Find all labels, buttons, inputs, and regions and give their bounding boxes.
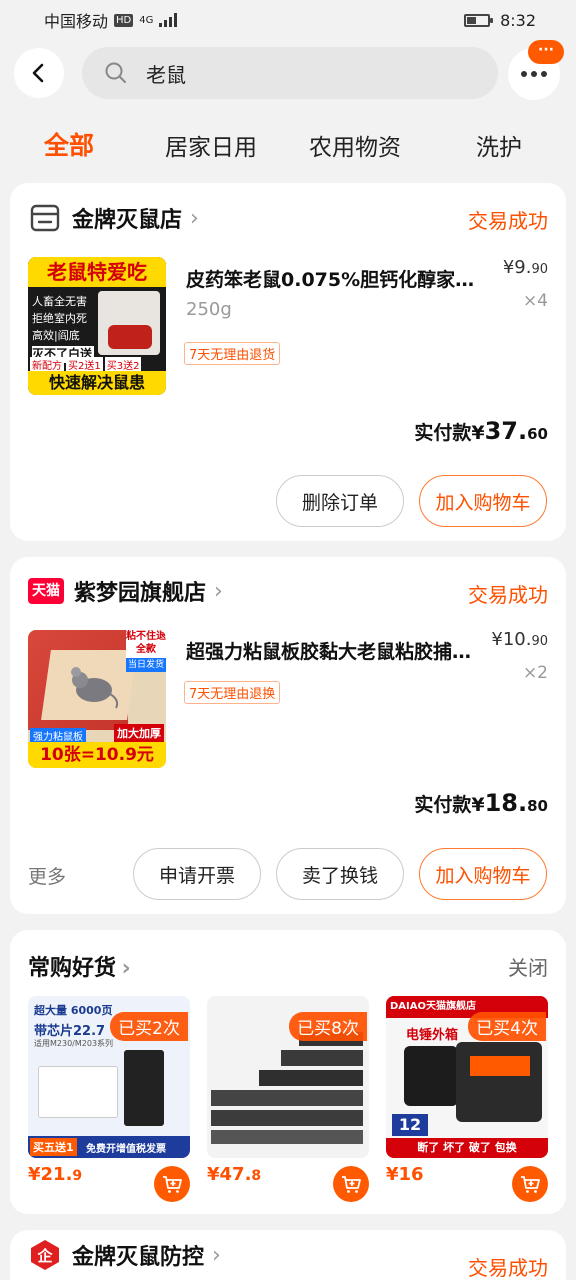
category-tabs: 全部 居家日用 农用物资 洗护 [0,120,576,164]
unit-price: ¥9.90 [502,257,548,278]
back-button[interactable] [14,48,64,98]
thumb-ship: 当日发货 [126,658,166,672]
tab-agricultural[interactable]: 农用物资 [309,128,401,162]
signal-icon [159,13,178,27]
thumb-lines: 人畜全无害 拒绝室内死 高效|阎底 灭不了白送 [32,295,94,363]
store-icon [30,204,60,232]
bought-count-badge: 已买2次 [110,1012,188,1041]
order-status: 交易成功 [468,1256,548,1280]
close-button[interactable]: 关闭 [508,952,548,981]
thumb-footer: 快速解决鼠患 [28,371,166,395]
dot-icon [541,71,547,77]
shop-header[interactable]: 企 金牌灭鼠防控 › [28,1238,221,1272]
svg-text:企: 企 [36,1247,53,1265]
product-thumbnail[interactable]: 老鼠特爱吃 人畜全无害 拒绝室内死 高效|阎底 灭不了白送 新配方 买2送1 买… [28,257,166,395]
item-price: ¥16 [386,1164,424,1185]
hd-badge: HD [114,13,134,27]
tmall-badge: 天猫 [28,578,64,604]
mouse-illustration [71,667,119,709]
order-card: 企 金牌灭鼠防控 › 交易成功 [10,1230,566,1280]
order-status: 交易成功 [468,583,548,607]
tab-all[interactable]: 全部 [44,126,94,162]
return-policy-tag: 7天无理由退货 [184,342,281,365]
cart-plus-icon [163,1176,182,1193]
product-image: 超大量 6000页 带芯片22.7 适用M230/M203系列 买五送1 免费开… [28,996,190,1158]
item-price: ¥47.8 [207,1164,262,1185]
recommended-item[interactable]: DAIAO天猫旗舰店 电锤外箱 12 断了 坏了 破了 包换 已买4次 ¥16 [386,996,548,1202]
thumb-label: 强力粘鼠板 [30,728,86,743]
network-type: 4G [139,14,154,26]
bought-count-badge: 已买8次 [289,1012,367,1041]
thumb-corner: 粘不住退全款 [126,630,166,658]
order-card: 金牌灭鼠店 › 交易成功 老鼠特爱吃 人畜全无害 拒绝室内死 高效|阎底 灭不了… [10,183,566,541]
shop-header[interactable]: 金牌灭鼠店 › [28,201,199,235]
order-card: 天猫 紫梦园旗舰店 › 交易成功 粘不住退全款 当日发货 强力粘鼠板 加大加厚 … [10,557,566,914]
cart-plus-icon [342,1176,361,1193]
enterprise-badge-icon: 企 [31,1240,59,1270]
unit-price: ¥10.90 [491,629,548,650]
message-badge[interactable]: ··· [528,40,564,64]
clock: 8:32 [500,10,536,30]
chevron-right-icon: › [212,1242,221,1268]
shop-name: 金牌灭鼠店 [72,208,183,233]
return-policy-tag: 7天无理由退换 [184,681,281,704]
recommended-item[interactable]: 超大量 6000页 带芯片22.7 适用M230/M203系列 买五送1 免费开… [28,996,190,1202]
cart-plus-icon [521,1176,540,1193]
status-bar: 中国移动 HD 4G 8:32 [0,0,576,40]
delete-order-button[interactable]: 删除订单 [276,475,404,527]
tab-washcare[interactable]: 洗护 [476,128,522,162]
status-right: 8:32 [464,11,536,30]
product-thumbnail[interactable]: 粘不住退全款 当日发货 强力粘鼠板 加大加厚 10张=10.9元 [28,630,166,768]
chevron-left-icon [32,63,44,83]
search-query: 老鼠 [146,62,186,87]
thumb-promo: 新配方 买2送1 买3送2 [30,357,142,372]
chevron-right-icon: › [190,205,199,231]
product-title[interactable]: 超强力粘鼠板胶黏大老鼠粘胶捕鼠器 [186,637,486,664]
add-to-cart-button[interactable]: 加入购物车 [419,848,547,900]
resell-button[interactable]: 卖了换钱 [276,848,404,900]
product-package [98,291,160,355]
add-to-cart-button[interactable] [154,1166,190,1202]
total-paid: 实付款¥37.60 [414,417,548,445]
recommended-item[interactable]: 已买8次 ¥47.8 [207,996,369,1202]
bought-count-badge: 已买4次 [468,1012,546,1041]
quantity: ×2 [522,663,548,683]
add-to-cart-button[interactable] [333,1166,369,1202]
dot-icon [521,71,527,77]
product-title[interactable]: 皮药笨老鼠0.075%胆钙化醇家用灭鼠药 [186,265,486,292]
more-actions-link[interactable]: 更多 [28,862,66,889]
thumb-headline: 老鼠特爱吃 [28,257,166,287]
tab-household[interactable]: 居家日用 [165,128,257,162]
add-to-cart-button[interactable] [512,1166,548,1202]
status-left: 中国移动 HD 4G [44,8,178,32]
total-paid: 实付款¥18.80 [414,789,548,817]
order-status: 交易成功 [468,209,548,233]
thumb-thick: 加大加厚 [114,724,164,742]
shop-name: 紫梦园旗舰店 [74,581,207,606]
quantity: ×4 [522,291,548,311]
thumb-deal: 10张=10.9元 [28,742,166,768]
battery-icon [464,13,494,27]
frequently-bought-card: 常购好货 › 关闭 超大量 6000页 带芯片22.7 适用M230/M203系… [10,930,566,1214]
search-icon [105,62,126,83]
shop-name: 金牌灭鼠防控 [72,1245,205,1270]
add-to-cart-button[interactable]: 加入购物车 [419,475,547,527]
dot-icon [531,71,537,77]
chevron-right-icon: › [114,956,131,981]
request-invoice-button[interactable]: 申请开票 [133,848,261,900]
chevron-right-icon: › [214,578,223,604]
carrier-name: 中国移动 [44,12,109,31]
item-price: ¥21.9 [28,1164,83,1185]
search-input[interactable]: 老鼠 [82,47,498,99]
product-image: DAIAO天猫旗舰店 电锤外箱 12 断了 坏了 破了 包换 已买4次 [386,996,548,1158]
product-image: 已买8次 [207,996,369,1158]
section-title[interactable]: 常购好货 › [28,950,131,982]
product-spec: 250g [186,299,232,320]
shop-header[interactable]: 天猫 紫梦园旗舰店 › [28,575,223,607]
